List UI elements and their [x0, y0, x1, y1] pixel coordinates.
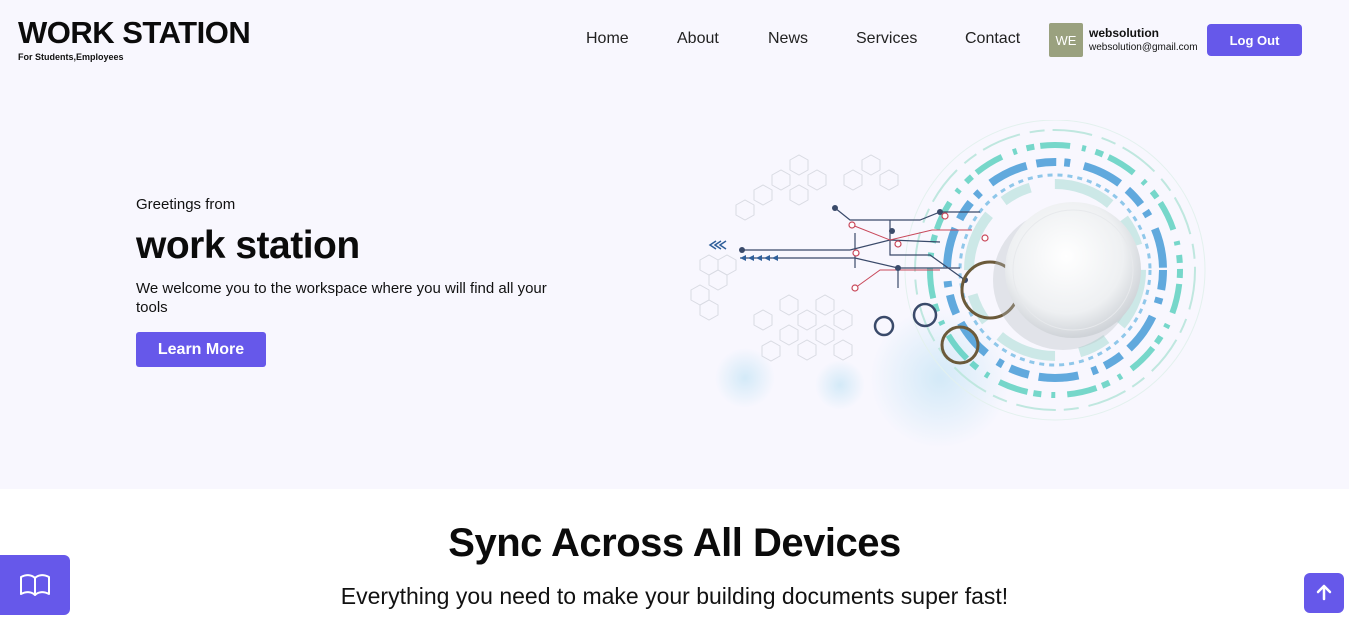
nav-home[interactable]: Home — [586, 30, 629, 48]
hero-greeting: Greetings from — [136, 196, 236, 213]
scroll-to-top-button[interactable] — [1304, 573, 1344, 613]
learn-more-button[interactable]: Learn More — [136, 332, 266, 367]
nav-services[interactable]: Services — [856, 30, 917, 48]
user-email: websolution@gmail.com — [1089, 42, 1198, 53]
user-name: websolution — [1089, 26, 1159, 40]
nav-news[interactable]: News — [768, 30, 808, 48]
avatar[interactable]: WE — [1049, 23, 1083, 57]
section-subtitle: Everything you need to make your buildin… — [340, 583, 1009, 609]
book-icon — [20, 574, 50, 596]
book-floating-button[interactable] — [0, 555, 70, 615]
hero-description: We welcome you to the workspace where yo… — [136, 280, 547, 316]
nav-about[interactable]: About — [677, 30, 719, 48]
hero-title: work station — [136, 224, 360, 267]
brand-subtitle: For Students,Employees — [18, 52, 124, 62]
nav-contact[interactable]: Contact — [965, 30, 1020, 48]
tech-circuit-illustration — [690, 120, 1206, 448]
brand-title: WORK STATION — [18, 15, 251, 50]
arrow-up-icon — [1316, 584, 1332, 601]
section-title: Sync Across All Devices — [448, 521, 901, 565]
brand-logo[interactable]: WORK STATION For Students,Employees — [18, 15, 251, 63]
logout-button[interactable]: Log Out — [1207, 24, 1302, 56]
